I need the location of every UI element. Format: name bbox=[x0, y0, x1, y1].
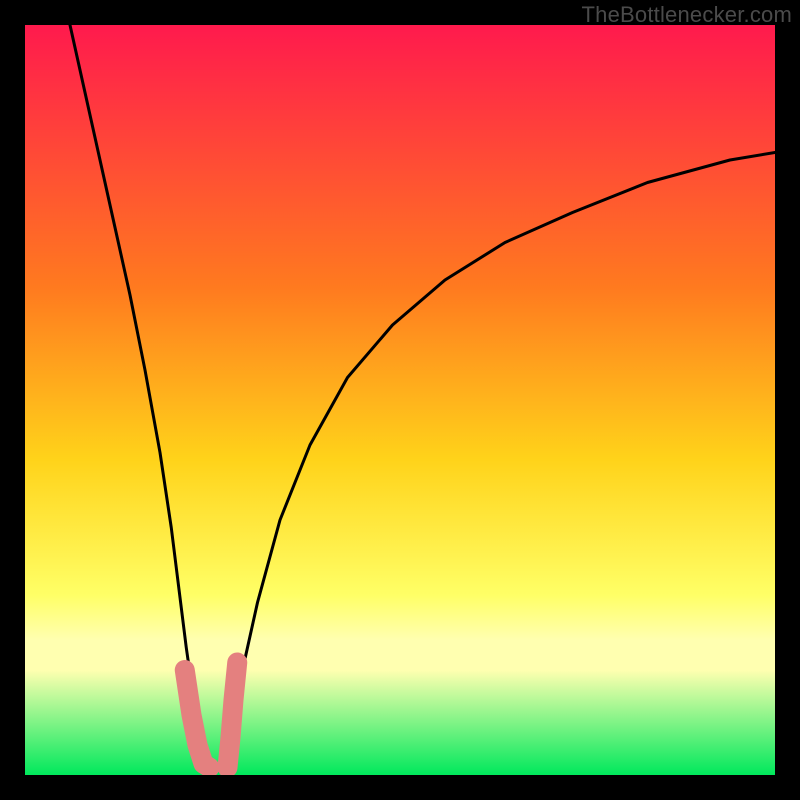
chart-frame: TheBottlenecker.com bbox=[0, 0, 800, 800]
watermark-text: TheBottlenecker.com bbox=[582, 2, 792, 28]
plot-svg bbox=[25, 25, 775, 775]
gradient-background bbox=[25, 25, 775, 775]
plot-area bbox=[25, 25, 775, 775]
highlight-right-foot bbox=[228, 663, 238, 768]
